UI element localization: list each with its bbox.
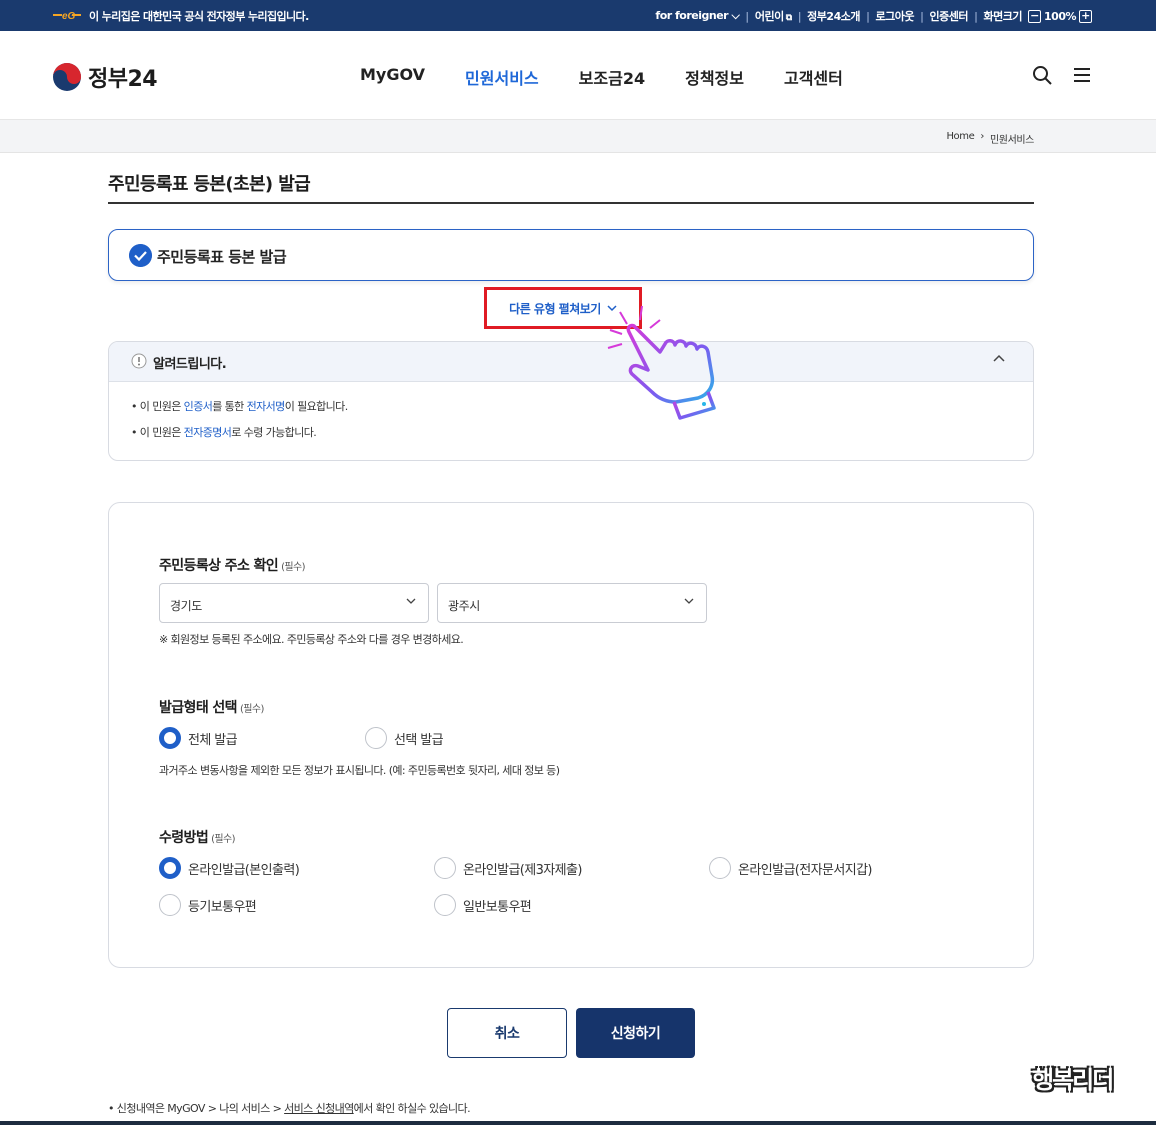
address-section-title: 주민등록상 주소 확인 (필수)	[159, 558, 305, 574]
address-help-text: ※ 회원정보 등록된 주소에요. 주민등록상 주소와 다를 경우 변경하세요.	[159, 633, 464, 646]
title-divider	[108, 202, 1034, 204]
chevron-right-icon: ›	[980, 131, 984, 142]
breadcrumb: Home › 민원서비스	[946, 131, 1034, 146]
notice-title: 알려드립니다.	[153, 357, 227, 372]
submit-application-button[interactable]: 신청하기	[576, 1008, 695, 1058]
chevron-down-icon	[406, 598, 416, 604]
nav-policy-info[interactable]: 정책정보	[685, 65, 744, 89]
info-exclamation-icon	[131, 353, 147, 369]
chevron-down-icon: ⌵	[731, 9, 740, 22]
e-certificate-link[interactable]: 전자증명서	[184, 426, 232, 439]
radio-registered-mail[interactable]: 등기보통우편	[159, 894, 257, 916]
notice-panel: 알려드립니다. • 이 민원은 인증서를 통한 전자서명이 필요합니다. • 이…	[108, 341, 1034, 461]
taegeuk-logo-icon	[53, 63, 81, 91]
radio-indicator	[365, 727, 387, 749]
province-select[interactable]: 경기도	[159, 583, 429, 623]
cert-center-link[interactable]: 인증센터	[924, 8, 974, 24]
notice-line-signature: • 이 민원은 인증서를 통한 전자서명이 필요합니다.	[131, 400, 348, 413]
kids-link[interactable]: 어린이 ⧉	[749, 8, 798, 24]
for-foreigner-link[interactable]: for foreigner ⌵	[649, 9, 745, 23]
radio-selected-indicator	[159, 857, 181, 879]
zoom-level: 100%	[1044, 9, 1076, 23]
radio-indicator	[434, 894, 456, 916]
notice-header[interactable]: 알려드립니다.	[109, 342, 1033, 382]
breadcrumb-bar: Home › 민원서비스	[0, 120, 1156, 153]
issue-type-help-text: 과거주소 변동사항을 제외한 모든 정보가 표시됩니다. (예: 주민등록번호 …	[159, 764, 560, 777]
footnote: • 신청내역은 MyGOV > 나의 서비스 > 서비스 신청내역에서 확인 하…	[108, 1102, 471, 1115]
radio-indicator	[709, 857, 731, 879]
top-utility-bar: eG 이 누리집은 대한민국 공식 전자정부 누리집입니다. for forei…	[0, 0, 1156, 31]
menu-icon[interactable]	[1072, 65, 1092, 85]
radio-online-e-wallet[interactable]: 온라인발급(전자문서지갑)	[709, 857, 873, 879]
nav-subsidy24[interactable]: 보조금24	[579, 65, 645, 89]
more-types-label: 다른 유형 펼쳐보기	[509, 301, 601, 316]
brand-name: 정부24	[88, 67, 158, 92]
brand-logo[interactable]: 정부24	[52, 61, 158, 93]
screen-size-label: 화면크기	[983, 10, 1023, 23]
radio-selected-indicator	[159, 727, 181, 749]
site-header: 정부24 MyGOV 민원서비스 보조금24 정책정보 고객센터	[0, 31, 1156, 120]
external-link-icon: ⧉	[785, 13, 792, 23]
breadcrumb-current[interactable]: 민원서비스	[990, 131, 1034, 146]
main-navigation: MyGOV 민원서비스 보조금24 정책정보 고객센터	[360, 65, 843, 89]
chevron-up-icon[interactable]	[993, 354, 1005, 362]
nav-civil-service[interactable]: 민원서비스	[465, 65, 539, 89]
radio-indicator	[434, 857, 456, 879]
search-icon[interactable]	[1032, 65, 1052, 85]
certificate-link[interactable]: 인증서	[184, 400, 213, 413]
province-value: 경기도	[170, 599, 202, 613]
radio-partial-issue[interactable]: 선택 발급	[365, 727, 444, 749]
svg-text:eG: eG	[62, 11, 76, 22]
radio-online-self-print[interactable]: 온라인발급(본인출력)	[159, 857, 300, 879]
zoom-out-button[interactable]: −	[1028, 9, 1042, 23]
logout-link[interactable]: 로그아웃	[870, 8, 920, 24]
selected-type-card[interactable]: 주민등록표 등본 발급	[108, 229, 1034, 281]
watermark-logo: 행복리더	[1032, 1066, 1114, 1094]
about-link[interactable]: 정부24소개	[801, 8, 866, 24]
check-circle-icon	[129, 244, 152, 267]
radio-full-issue[interactable]: 전체 발급	[159, 727, 238, 749]
zoom-in-button[interactable]: +	[1079, 9, 1092, 23]
chevron-down-icon	[684, 598, 694, 604]
city-value: 광주시	[448, 599, 480, 613]
radio-online-third-party[interactable]: 온라인발급(제3자제출)	[434, 857, 582, 879]
nav-customer-center[interactable]: 고객센터	[784, 65, 843, 89]
e-signature-link[interactable]: 전자서명	[247, 400, 286, 413]
page-title: 주민등록표 등본(초본) 발급	[108, 174, 311, 195]
application-form: 주민등록상 주소 확인 (필수) 경기도 광주시 ※ 회원정보 등록된 주소에요.…	[108, 502, 1034, 968]
egov-mark-icon: eG	[53, 11, 81, 22]
cancel-button[interactable]: 취소	[447, 1008, 567, 1058]
radio-indicator	[159, 894, 181, 916]
breadcrumb-home[interactable]: Home	[946, 131, 974, 146]
bottom-strip	[0, 1121, 1156, 1125]
notice-line-ecert: • 이 민원은 전자증명서로 수령 가능합니다.	[131, 426, 317, 439]
selected-type-label: 주민등록표 등본 발급	[157, 248, 287, 266]
city-select[interactable]: 광주시	[437, 583, 707, 623]
nav-mygov[interactable]: MyGOV	[360, 65, 425, 89]
issue-type-section-title: 발급형태 선택 (필수)	[159, 700, 264, 716]
pointing-hand-icon	[607, 305, 716, 420]
service-history-link[interactable]: 서비스 신청내역	[284, 1102, 354, 1115]
radio-regular-mail[interactable]: 일반보통우편	[434, 894, 532, 916]
receive-method-section-title: 수령방법 (필수)	[159, 830, 236, 846]
official-site-notice: 이 누리집은 대한민국 공식 전자정부 누리집입니다.	[89, 10, 309, 23]
